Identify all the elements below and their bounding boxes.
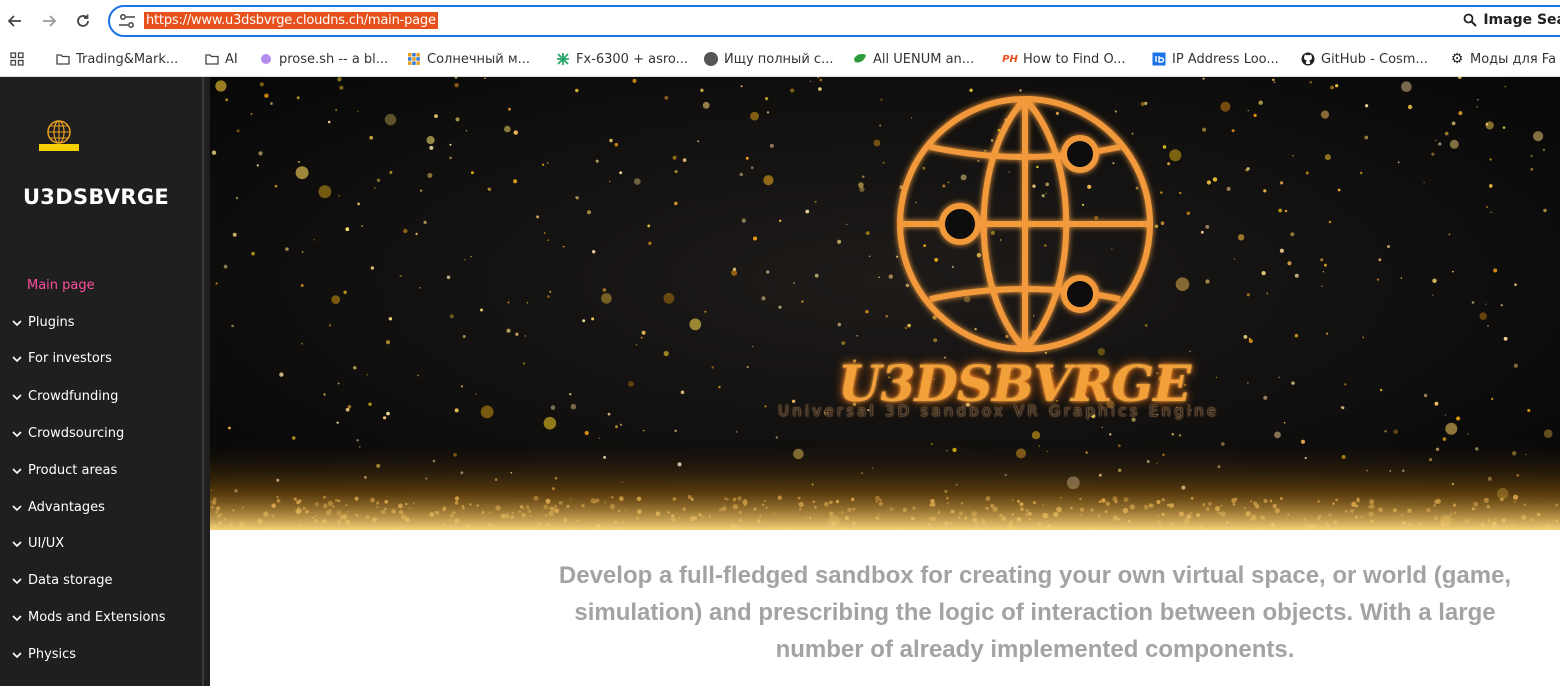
sidebar-item-label: Plugins bbox=[28, 315, 75, 330]
sidebar-item-data-storage[interactable]: Data storage bbox=[12, 573, 113, 588]
sidebar-item-plugins[interactable]: Plugins bbox=[12, 315, 75, 330]
arrow-left-icon bbox=[7, 15, 21, 27]
hero-subtitle: Universal 3D sandbox VR Graphics Engine bbox=[778, 402, 1220, 420]
sidebar-item-advantages[interactable]: Advantages bbox=[12, 500, 105, 515]
bookmark-label: prose.sh -- a bl... bbox=[279, 51, 389, 67]
arrow-right-icon bbox=[43, 15, 57, 27]
bookmark-label: Ищу полный с... bbox=[724, 51, 834, 67]
folder-icon bbox=[205, 54, 219, 65]
bookmark-item[interactable]: PH How to Find O... bbox=[1002, 49, 1126, 69]
sidebar-item-for-investors[interactable]: For investors bbox=[12, 351, 112, 366]
sidebar-item-main-page[interactable]: Main page bbox=[27, 278, 95, 293]
bookmark-item[interactable]: prose.sh -- a bl... bbox=[259, 49, 388, 69]
site-title[interactable]: U3DSBVRGE bbox=[0, 185, 192, 209]
sidebar-item-mods-and-extensions[interactable]: Mods and Extensions bbox=[12, 610, 166, 625]
grid-icon bbox=[408, 53, 420, 65]
sidebar-item-crowdsourcing[interactable]: Crowdsourcing bbox=[12, 426, 124, 441]
address-bar[interactable]: https://www.u3dsbvrge.cloudns.ch/main-pa… bbox=[108, 5, 1560, 37]
chevron-down-icon bbox=[12, 540, 22, 547]
sidebar-item-label: Physics bbox=[28, 647, 77, 662]
sidebar-item-ui-ux[interactable]: UI/UX bbox=[12, 536, 64, 551]
sidebar-item-label: Product areas bbox=[28, 463, 118, 478]
web-page: U3DSBVRGE Main page Plugins For investor… bbox=[0, 77, 1560, 686]
bookmark-label: IP Address Loo... bbox=[1172, 51, 1279, 67]
bookmark-item[interactable]: IP Address Loo... bbox=[1152, 49, 1279, 69]
hero-banner: U3DSBVRGE Universal 3D sandbox VR Graphi… bbox=[210, 77, 1560, 530]
sidebar-item-label: UI/UX bbox=[28, 536, 65, 551]
image-search-label: Image Sea bbox=[1483, 12, 1560, 28]
sidebar-item-label: For investors bbox=[28, 351, 112, 366]
sidebar-item-label: Data storage bbox=[28, 573, 113, 588]
chevron-down-icon bbox=[12, 355, 22, 362]
url-text[interactable]: https://www.u3dsbvrge.cloudns.ch/main-pa… bbox=[144, 12, 438, 29]
bookmarks-bar: Trading&Mark... AI prose.sh -- a bl... С… bbox=[0, 42, 1560, 77]
ip-icon bbox=[1152, 52, 1166, 66]
sidebar-item-label: Main page bbox=[27, 278, 95, 293]
sidebar-item-label: Crowdsourcing bbox=[28, 426, 125, 441]
chevron-down-icon bbox=[12, 393, 22, 400]
leaf-icon bbox=[854, 54, 866, 63]
bookmark-label: How to Find O... bbox=[1023, 51, 1126, 67]
forum-icon bbox=[704, 52, 718, 66]
browser-toolbar: https://www.u3dsbvrge.cloudns.ch/main-pa… bbox=[0, 0, 1560, 42]
purple-dot-icon bbox=[259, 52, 273, 66]
chevron-down-icon bbox=[12, 430, 22, 437]
image-search-button[interactable]: Image Sea bbox=[1463, 12, 1560, 28]
sidebar-item-label: Mods and Extensions bbox=[28, 610, 166, 625]
bookmark-item[interactable]: All UENUM an... bbox=[853, 49, 974, 69]
sidebar-item-label: Advantages bbox=[28, 500, 105, 515]
bookmark-item[interactable]: Trading&Mark... bbox=[56, 49, 178, 69]
bookmark-label: Моды для Fa bbox=[1470, 51, 1557, 67]
sidebar-item-product-areas[interactable]: Product areas bbox=[12, 463, 117, 478]
search-icon bbox=[1463, 13, 1478, 27]
green-cross-icon bbox=[557, 53, 569, 65]
chevron-down-icon bbox=[12, 319, 22, 326]
chevron-down-icon bbox=[12, 651, 22, 658]
globe-logo-icon bbox=[897, 96, 1153, 352]
page-description: Develop a full-fledged sandbox for creat… bbox=[558, 562, 1512, 663]
bookmark-label: Trading&Mark... bbox=[76, 51, 179, 67]
bookmark-item[interactable]: ⚙ Моды для Fa bbox=[1450, 49, 1556, 69]
apps-button[interactable] bbox=[10, 49, 24, 69]
forward-button[interactable] bbox=[38, 10, 60, 32]
bookmark-label: Солнечный м... bbox=[427, 51, 531, 67]
bookmark-item[interactable]: AI bbox=[205, 49, 238, 69]
chevron-down-icon bbox=[12, 504, 22, 511]
ph-icon: PH bbox=[1002, 53, 1018, 65]
sidebar: U3DSBVRGE Main page Plugins For investor… bbox=[0, 77, 210, 686]
sidebar-item-crowdfunding[interactable]: Crowdfunding bbox=[12, 389, 118, 404]
chevron-down-icon bbox=[12, 577, 22, 584]
bookmark-item[interactable]: Ищу полный с... bbox=[704, 49, 833, 69]
sidebar-scrollbar[interactable] bbox=[202, 77, 204, 686]
chevron-down-icon bbox=[12, 614, 22, 621]
reload-button[interactable] bbox=[72, 10, 94, 32]
bookmark-label: All UENUM an... bbox=[873, 51, 975, 67]
bookmark-item[interactable]: Солнечный м... bbox=[407, 49, 530, 69]
folder-icon bbox=[56, 54, 70, 65]
sidebar-item-label: Crowdfunding bbox=[28, 389, 119, 404]
site-settings-icon[interactable] bbox=[118, 13, 136, 29]
chevron-down-icon bbox=[12, 467, 22, 474]
reload-icon bbox=[77, 14, 89, 27]
apps-grid-icon bbox=[10, 52, 24, 66]
bookmark-label: AI bbox=[225, 51, 238, 67]
gear-icon: ⚙ bbox=[1450, 51, 1464, 67]
bookmark-item[interactable]: Fx-6300 + asro... bbox=[556, 49, 688, 69]
site-logo[interactable] bbox=[38, 117, 80, 153]
github-icon bbox=[1301, 52, 1315, 66]
back-button[interactable] bbox=[4, 10, 26, 32]
sidebar-item-physics[interactable]: Physics bbox=[12, 647, 76, 662]
bookmark-label: Fx-6300 + asro... bbox=[576, 51, 689, 67]
hero-background bbox=[210, 77, 1560, 530]
bookmark-item[interactable]: GitHub - Cosm... bbox=[1301, 49, 1428, 69]
bookmark-label: GitHub - Cosm... bbox=[1321, 51, 1428, 67]
